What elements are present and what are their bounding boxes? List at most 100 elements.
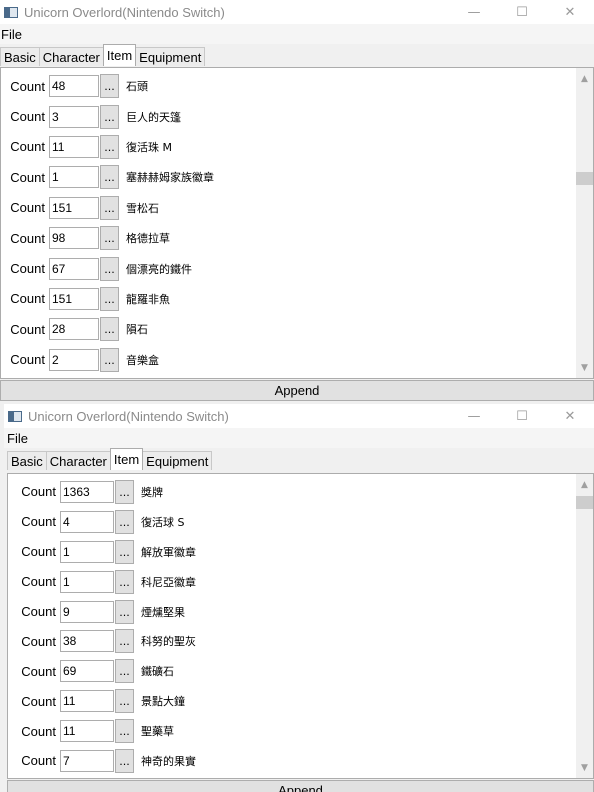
item-name: 科努的聖灰 — [141, 635, 196, 649]
browse-item-button[interactable]: ... — [100, 226, 119, 251]
browse-item-button[interactable]: ... — [115, 629, 134, 654]
count-input[interactable] — [49, 348, 99, 371]
item-name: 解放軍徽章 — [141, 545, 196, 559]
count-label: Count — [21, 604, 56, 619]
count-input[interactable] — [49, 287, 99, 310]
tab-basic[interactable]: Basic — [7, 451, 47, 470]
close-button[interactable]: ✕ — [546, 0, 594, 24]
browse-item-button[interactable]: ... — [100, 317, 119, 342]
tab-equipment[interactable]: Equipment — [142, 451, 213, 470]
browse-item-button[interactable]: ... — [115, 479, 134, 504]
vertical-scrollbar[interactable]: ▲ ▼ — [576, 474, 593, 778]
browse-item-button[interactable]: ... — [100, 104, 119, 129]
menu-bar: File — [0, 24, 594, 44]
browse-item-button[interactable]: ... — [100, 347, 119, 372]
count-label: Count — [10, 352, 45, 368]
scroll-up-arrow-icon[interactable]: ▲ — [576, 70, 593, 87]
minimize-button[interactable]: — — [450, 0, 498, 24]
browse-item-button[interactable]: ... — [115, 748, 134, 773]
item-list-panel: Count...石頭Count...巨人的天篷Count...復活珠 MCoun… — [0, 67, 594, 379]
minimize-button[interactable]: — — [450, 404, 498, 428]
menu-file[interactable]: File — [7, 431, 28, 446]
count-label: Count — [10, 78, 45, 94]
append-button[interactable]: Append — [7, 780, 594, 792]
item-name: 煙燻堅果 — [141, 605, 185, 619]
browse-item-button[interactable]: ... — [115, 719, 134, 744]
item-name: 巨人的天篷 — [126, 110, 181, 124]
count-input[interactable] — [60, 510, 114, 533]
count-input[interactable] — [60, 540, 114, 563]
scroll-down-arrow-icon[interactable]: ▼ — [576, 359, 593, 376]
count-label: Count — [21, 633, 56, 649]
count-input[interactable] — [60, 630, 114, 653]
count-input[interactable] — [60, 600, 114, 623]
maximize-button[interactable]: ☐ — [498, 404, 546, 428]
tab-item[interactable]: Item — [109, 448, 144, 470]
browse-item-button[interactable]: ... — [100, 256, 119, 281]
browse-item-button[interactable]: ... — [115, 569, 134, 594]
browse-item-button[interactable]: ... — [115, 599, 134, 624]
count-input[interactable] — [49, 135, 99, 158]
vertical-scrollbar[interactable]: ▲ ▼ — [576, 68, 593, 378]
count-input[interactable] — [49, 166, 99, 189]
count-input[interactable] — [60, 749, 114, 772]
count-label: Count — [21, 723, 56, 739]
count-input[interactable] — [60, 660, 114, 683]
browse-item-button[interactable]: ... — [115, 689, 134, 714]
browse-item-button[interactable]: ... — [115, 509, 134, 534]
browse-item-button[interactable]: ... — [100, 74, 119, 99]
tab-equipment[interactable]: Equipment — [135, 47, 206, 66]
editor-window-1: Unicorn Overlord(Nintendo Switch) — ☐ ✕ … — [0, 0, 594, 402]
title-bar[interactable]: Unicorn Overlord(Nintendo Switch) — ☐ ✕ — [4, 404, 594, 428]
tab-item[interactable]: Item — [102, 44, 137, 66]
app-window-icon — [4, 6, 18, 18]
window-controls: — ☐ ✕ — [450, 0, 594, 24]
title-bar[interactable]: Unicorn Overlord(Nintendo Switch) — ☐ ✕ — [0, 0, 594, 24]
item-row: Count... 神奇的果實 — [8, 746, 575, 776]
maximize-button[interactable]: ☐ — [498, 0, 546, 24]
count-input[interactable] — [49, 75, 99, 98]
item-row: Count... 煙燻堅果 — [8, 597, 575, 627]
item-name: 格德拉草 — [126, 232, 170, 246]
browse-item-button[interactable]: ... — [115, 659, 134, 684]
tab-character[interactable]: Character — [38, 47, 104, 66]
browse-item-button[interactable]: ... — [100, 286, 119, 311]
count-label: Count — [10, 109, 45, 125]
menu-file[interactable]: File — [1, 27, 22, 42]
item-row: Count... 龍羅非魚 — [1, 284, 575, 314]
item-name: 聖藥草 — [141, 725, 174, 739]
scroll-up-arrow-icon[interactable]: ▲ — [576, 476, 593, 493]
count-label: Count — [21, 484, 56, 500]
count-input[interactable] — [49, 227, 99, 250]
count-input[interactable] — [60, 480, 114, 503]
browse-item-button[interactable]: ... — [100, 134, 119, 159]
count-input[interactable] — [60, 690, 114, 713]
count-input[interactable] — [49, 196, 99, 219]
item-row: Count... 巨人的天篷 — [1, 101, 575, 131]
tab-basic[interactable]: Basic — [0, 47, 40, 66]
count-input[interactable] — [49, 105, 99, 128]
count-input[interactable] — [49, 257, 99, 280]
count-label: Count — [21, 544, 56, 560]
scroll-thumb[interactable] — [576, 172, 593, 185]
scroll-thumb[interactable] — [576, 496, 593, 509]
item-row: Count... 石頭 — [1, 71, 575, 101]
scroll-down-arrow-icon[interactable]: ▼ — [576, 759, 593, 776]
count-input[interactable] — [60, 570, 114, 593]
append-button[interactable]: Append — [0, 380, 594, 401]
item-name: 復活球 S — [141, 515, 185, 529]
item-name: 個漂亮的鐵件 — [126, 262, 192, 276]
count-input[interactable] — [60, 720, 114, 743]
item-row: Count... 科努的聖灰 — [8, 626, 575, 656]
item-row: Count... 雪松石 — [1, 193, 575, 223]
tab-character[interactable]: Character — [45, 451, 111, 470]
item-row: Count... 個漂亮的鐵件 — [1, 253, 575, 283]
browse-item-button[interactable]: ... — [100, 195, 119, 220]
browse-item-button[interactable]: ... — [115, 539, 134, 564]
browse-item-button[interactable]: ... — [100, 165, 119, 190]
close-button[interactable]: ✕ — [546, 404, 594, 428]
item-row: Count... 格德拉草 — [1, 223, 575, 253]
item-row: Count... 隕石 — [1, 314, 575, 344]
item-name: 龍羅非魚 — [126, 292, 170, 306]
count-input[interactable] — [49, 318, 99, 341]
